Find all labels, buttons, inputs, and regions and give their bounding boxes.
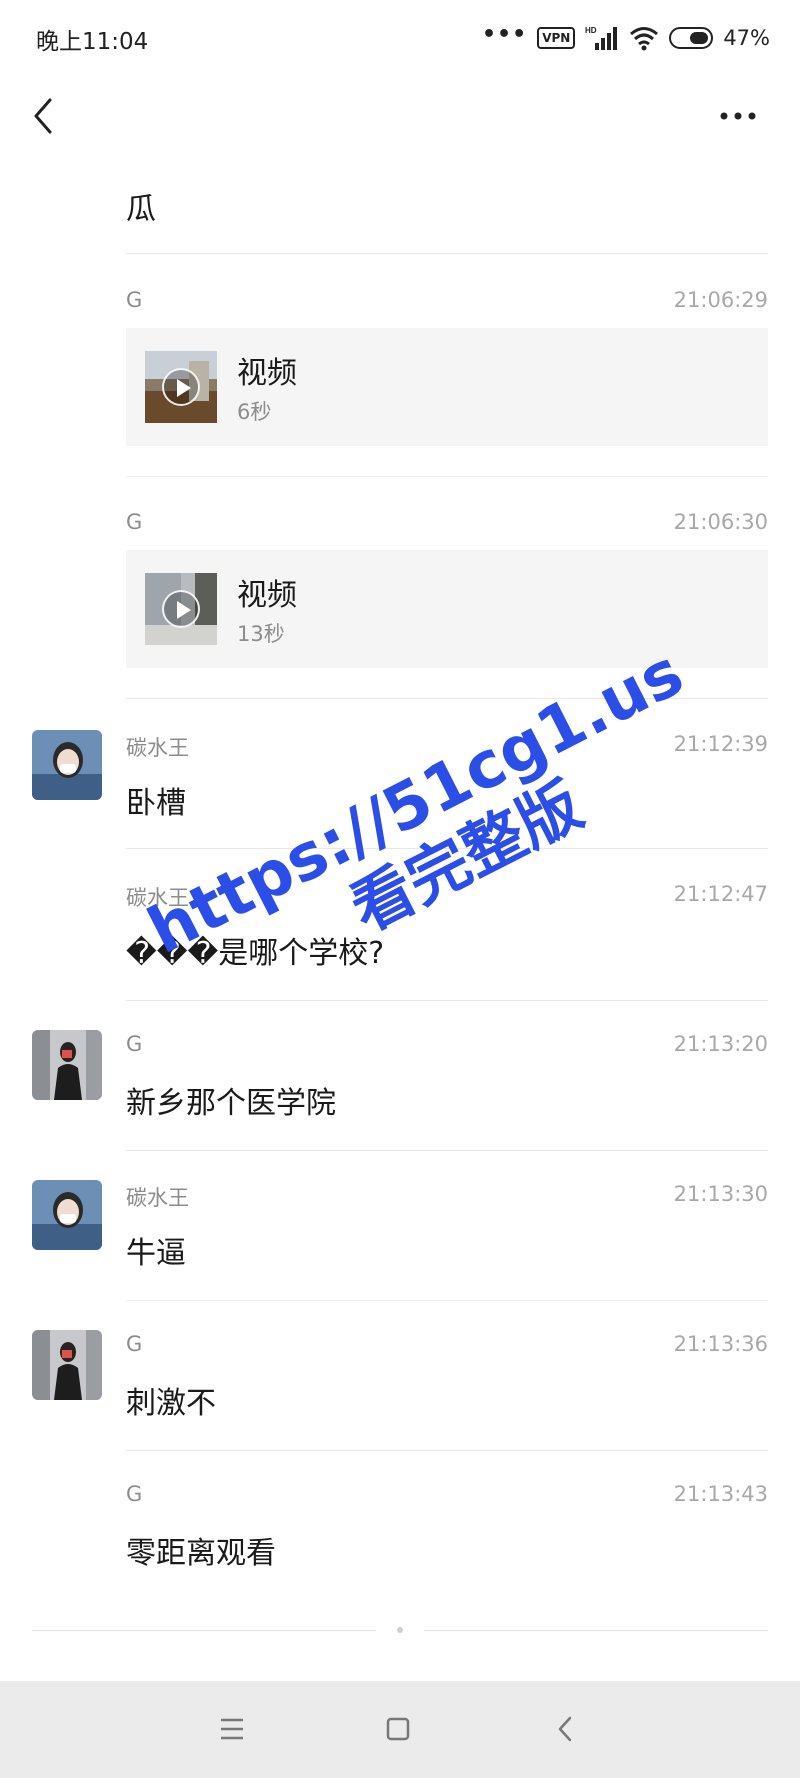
battery-icon [669,27,714,49]
divider [126,848,768,849]
message-text[interactable]: ���是哪个学校? [126,928,384,972]
message-time: 21:12:39 [673,732,768,756]
divider [126,253,768,254]
divider [126,1450,768,1451]
video-message-card[interactable]: 视频 6秒 [126,328,768,446]
status-icons: ••• VPN HD 47% [482,22,770,54]
divider [126,698,768,699]
video-title: 视频 [237,356,297,391]
sender-name: G [126,1332,143,1356]
play-icon [162,368,200,406]
wifi-icon [630,27,659,51]
divider [126,1150,768,1151]
end-dot [397,1627,403,1633]
message-time: 21:06:29 [673,288,768,312]
message-text[interactable]: 卧槽 [126,778,186,822]
app-header [0,76,800,166]
video-message-card[interactable]: 视频 13秒 [126,550,768,668]
end-divider-left [32,1630,376,1631]
battery-percent: 47% [723,26,770,50]
avatar-tanshuiwang[interactable] [32,1180,102,1250]
nav-menu-button[interactable] [206,1703,258,1755]
video-title: 视频 [237,578,297,613]
sender-name: G [126,1482,143,1506]
nav-back-button[interactable] [540,1703,592,1755]
home-square-icon [386,1717,410,1741]
watermark: https://51cg1.us 看完整版 [137,636,695,969]
play-icon [162,590,200,628]
system-nav-bar [0,1681,800,1778]
vpn-icon: VPN [537,27,576,49]
video-thumbnail [145,351,217,423]
sender-name: G [126,510,143,534]
message-time: 21:12:47 [673,882,768,906]
message-time: 21:13:36 [673,1332,768,1356]
message-text[interactable]: 零距离观看 [126,1528,276,1572]
message-time: 21:13:20 [673,1032,768,1056]
sender-name: 碳水王 [126,736,189,760]
back-button[interactable] [22,92,70,140]
message-time: 21:06:30 [673,510,768,534]
sender-name: 碳水王 [126,1186,189,1210]
message-time: 21:13:30 [673,1182,768,1206]
more-horizontal-icon [720,112,756,120]
status-time: 晚上11:04 [36,29,149,55]
svg-text:HD: HD [585,26,597,35]
message-text[interactable]: 新乡那个医学院 [126,1078,336,1122]
sender-name: G [126,1032,143,1056]
watermark-url: https://51cg1.us [137,636,695,969]
message-time: 21:13:43 [673,1482,768,1506]
chevron-left-icon [34,98,52,134]
sender-name: 碳水王 [126,886,189,910]
more-dots-icon: ••• [482,21,528,47]
message-text[interactable]: 刺激不 [126,1378,216,1422]
watermark-cta: 看完整版 [339,768,593,946]
menu-icon [221,1718,243,1740]
divider [126,1000,768,1001]
video-duration: 13秒 [237,622,285,646]
divider [126,1300,768,1301]
status-bar: 晚上11:04 ••• VPN HD 47% [0,0,800,76]
end-divider-right [424,1630,768,1631]
divider [126,476,768,477]
sender-name: G [126,288,143,312]
video-duration: 6秒 [237,400,272,424]
video-thumbnail [145,573,217,645]
avatar-g[interactable] [32,1330,102,1400]
nav-home-button[interactable] [372,1703,424,1755]
avatar-tanshuiwang[interactable] [32,730,102,800]
message-text[interactable]: 牛逼 [126,1228,186,1272]
back-triangle-icon [558,1716,572,1742]
avatar-g[interactable] [32,1030,102,1100]
message-text[interactable]: 瓜 [126,184,156,228]
hd-signal-icon: HD [585,26,618,50]
more-options-button[interactable] [710,96,770,136]
